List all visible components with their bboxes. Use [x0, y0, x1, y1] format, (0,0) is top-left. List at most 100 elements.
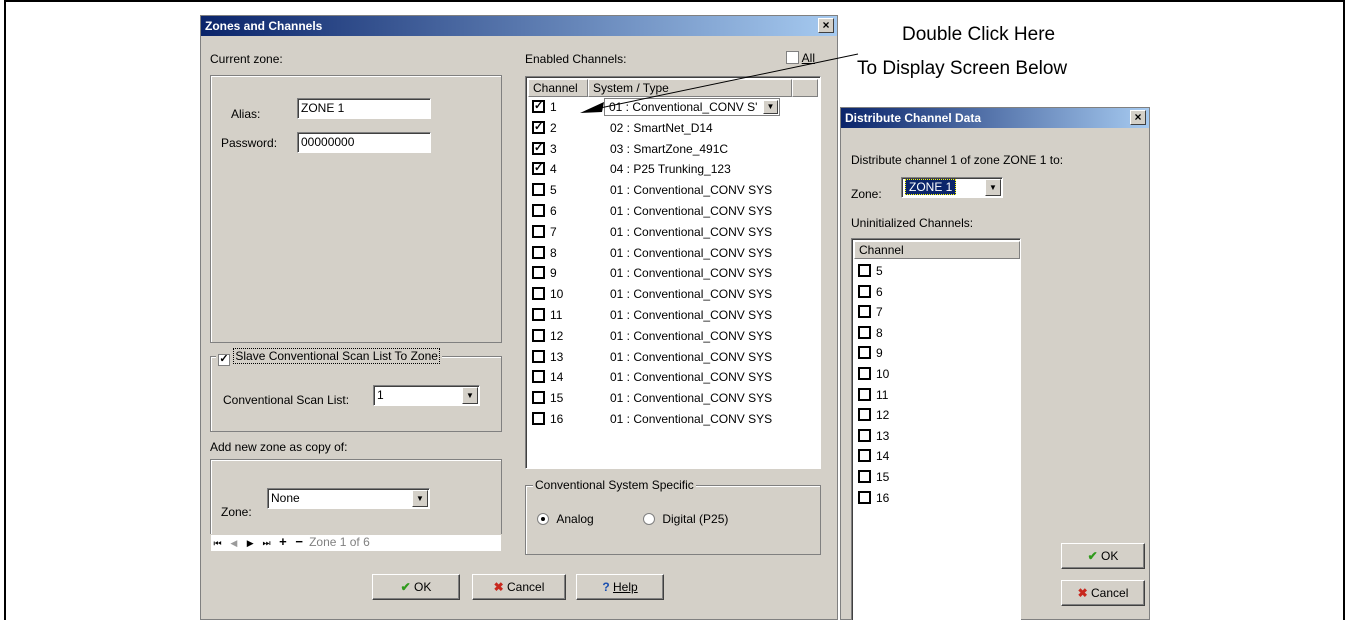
channel-checkbox[interactable] — [532, 204, 545, 217]
channel-number: 5 — [876, 264, 883, 278]
channel-list[interactable]: Channel System / Type ✓ 1 01 : Conventiona… — [525, 76, 821, 469]
uninit-channel-list[interactable]: Channel 5 6 7 8 9 10 11 12 13 14 15 16 — [851, 238, 1021, 620]
channel-checkbox[interactable] — [532, 266, 545, 280]
slave-scan-checkbox-row[interactable]: ✓ Slave Conventional Scan List To Zone — [216, 348, 442, 366]
channel-checkbox[interactable] — [532, 328, 545, 342]
channel-checkbox[interactable] — [532, 245, 545, 259]
channel-number: 5 — [550, 183, 557, 198]
dist-ok-button[interactable]: ✔ OK — [1061, 543, 1145, 569]
channel-checkbox[interactable] — [858, 367, 871, 380]
analog-radio-row[interactable]: Analog — [537, 512, 594, 526]
all-checkbox-row[interactable]: All — [786, 51, 815, 65]
channel-number: 4 — [550, 162, 557, 177]
dist-zone-select[interactable]: ZONE 1 ▼ — [901, 177, 1003, 198]
zone-nav-status: Zone 1 of 6 — [309, 535, 370, 549]
chevron-down-icon[interactable]: ▼ — [412, 490, 428, 507]
channel-system-select[interactable]: 01 : Conventional_CONV S' ▼ — [604, 98, 780, 116]
channel-number: 14 — [550, 370, 564, 385]
channel-checkbox[interactable] — [532, 183, 545, 197]
channel-checkbox[interactable]: ✓ — [532, 120, 545, 134]
add-record-icon[interactable]: + — [276, 535, 289, 548]
slave-scan-checkbox[interactable]: ✓ — [218, 354, 230, 366]
last-record-icon[interactable]: ⏭ — [260, 537, 273, 550]
scan-list-select[interactable]: 1 ▼ — [373, 385, 480, 406]
zones-window-title: Zones and Channels — [205, 19, 323, 33]
channel-checkbox[interactable] — [532, 412, 545, 425]
channel-number: 7 — [876, 305, 883, 320]
conv-specific-label: Conventional System Specific — [533, 478, 696, 492]
close-icon[interactable]: × — [818, 18, 834, 33]
ok-button[interactable]: ✔ OK — [372, 574, 460, 600]
slave-scan-label: Slave Conventional Scan List To Zone — [233, 348, 440, 364]
uninit-label: Uninitialized Channels: — [851, 216, 974, 230]
channel-system: 01 : Conventional_CONV SYS — [610, 266, 773, 281]
channel-number: 3 — [550, 141, 557, 156]
next-record-icon[interactable]: ▶ — [244, 537, 257, 550]
channel-checkbox[interactable] — [532, 370, 545, 384]
chevron-down-icon[interactable]: ▼ — [985, 179, 1001, 196]
channel-checkbox[interactable]: ✓ — [532, 141, 545, 155]
all-checkbox[interactable] — [786, 51, 799, 64]
channel-checkbox[interactable] — [532, 349, 545, 363]
current-zone-label: Current zone: — [210, 52, 283, 66]
col-channel-header[interactable]: Channel — [528, 79, 588, 97]
channel-system: 01 : Conventional_CONV SYS — [610, 287, 773, 302]
channel-checkbox[interactable] — [532, 308, 545, 321]
channel-number: 6 — [876, 284, 883, 299]
channel-system: 04 : P25 Trunking_123 — [610, 162, 731, 177]
channel-checkbox[interactable] — [858, 325, 871, 339]
channel-checkbox[interactable] — [858, 449, 871, 463]
col-system-header[interactable]: System / Type — [588, 79, 792, 97]
channel-checkbox[interactable] — [858, 408, 871, 422]
cancel-button[interactable]: ✖ Cancel — [472, 574, 566, 600]
zone-copy-select[interactable]: None ▼ — [267, 488, 430, 509]
analog-radio[interactable] — [537, 513, 549, 525]
channel-number: 10 — [876, 367, 890, 381]
analog-label: Analog — [556, 512, 594, 526]
digital-radio[interactable] — [643, 513, 655, 525]
channel-checkbox[interactable] — [858, 346, 871, 360]
help-button[interactable]: ? Help — [576, 574, 664, 600]
digital-radio-row[interactable]: Digital (P25) — [643, 512, 728, 526]
zones-window-titlebar: Zones and Channels × — [201, 16, 837, 36]
channel-checkbox[interactable] — [532, 224, 545, 238]
dist-col-channel-header[interactable]: Channel — [854, 241, 1020, 259]
channel-number: 12 — [550, 328, 564, 343]
channel-system: 02 : SmartNet_D14 — [610, 120, 713, 135]
channel-number: 15 — [876, 470, 890, 484]
close-icon[interactable]: × — [1130, 110, 1146, 125]
remove-record-icon[interactable]: − — [293, 535, 306, 548]
channel-checkbox[interactable] — [858, 264, 871, 277]
dist-cancel-button[interactable]: ✖ Cancel — [1061, 580, 1145, 606]
channel-checkbox[interactable] — [858, 387, 871, 401]
channel-number: 1 — [550, 100, 557, 114]
chevron-down-icon[interactable]: ▼ — [462, 387, 478, 404]
channel-checkbox[interactable]: ✓ — [532, 162, 545, 176]
alias-input[interactable]: ZONE 1 — [297, 98, 431, 119]
password-input[interactable]: 00000000 — [297, 132, 431, 153]
channel-checkbox[interactable] — [532, 287, 545, 301]
zone-copy-value: None — [271, 491, 300, 505]
alias-label: Alias: — [231, 107, 261, 121]
channel-system: 01 : Conventional_CONV SYS — [610, 370, 773, 385]
channel-checkbox[interactable] — [532, 391, 545, 405]
scan-list-label: Conventional Scan List: — [223, 393, 350, 407]
channel-system: 01 : Conventional_CONV SYS — [610, 183, 773, 198]
first-record-icon[interactable]: ⏮ — [211, 537, 224, 550]
channel-checkbox[interactable] — [858, 490, 871, 504]
channel-checkbox[interactable] — [858, 470, 871, 483]
zones-channels-window: Zones and Channels × Current zone: Alias… — [200, 15, 838, 620]
distribute-window-title: Distribute Channel Data — [845, 111, 982, 125]
enabled-channels-label: Enabled Channels: — [525, 52, 627, 66]
channel-checkbox[interactable] — [858, 305, 871, 319]
check-icon: ✔ — [1087, 549, 1098, 563]
col-empty-header — [792, 79, 818, 97]
channel-checkbox[interactable]: ✓ — [532, 100, 545, 113]
channel-system: 01 : Conventional_CONV SYS — [610, 224, 773, 239]
channel-checkbox[interactable] — [858, 284, 871, 298]
channel-number: 2 — [550, 120, 557, 135]
prev-record-icon[interactable]: ◀ — [227, 537, 240, 550]
chevron-down-icon[interactable]: ▼ — [763, 100, 778, 114]
channel-checkbox[interactable] — [858, 428, 871, 442]
annotation-line2: To Display Screen Below — [857, 58, 1068, 79]
